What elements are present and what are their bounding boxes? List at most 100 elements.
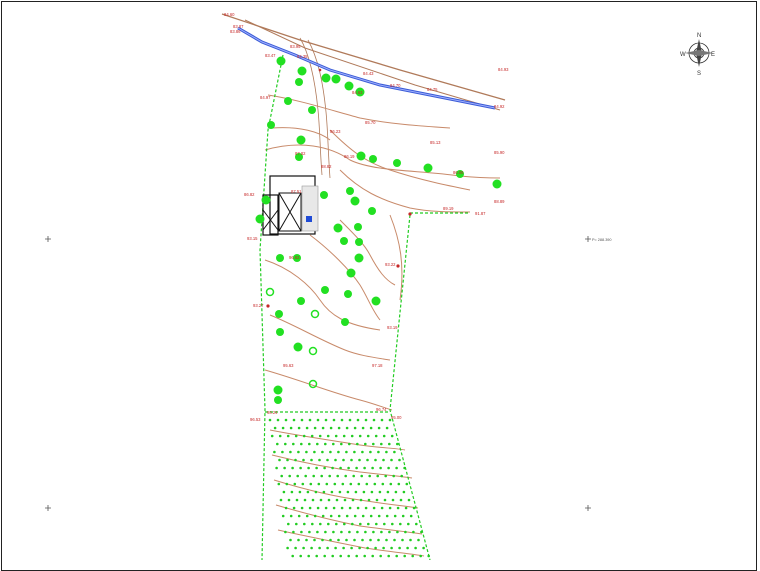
orchard-tree [333, 482, 337, 486]
orchard-tree [350, 458, 353, 462]
orchard-tree [364, 506, 368, 510]
orchard-tree [356, 530, 359, 534]
orchard-tree [300, 418, 304, 422]
orchard-tree [315, 466, 318, 470]
orchard-tree [302, 458, 305, 462]
orchard-tree [372, 442, 375, 446]
orchard-tree [388, 530, 391, 534]
orchard-tree [351, 498, 355, 502]
orchard-tree [307, 466, 310, 470]
orchard-tree [422, 546, 425, 550]
orchard-tree [297, 538, 300, 542]
elevation-label: 83.95 [290, 44, 301, 49]
elevation-label: 85.90 [494, 150, 505, 155]
elevation-label: 86.06 [453, 170, 464, 175]
orchard [268, 418, 431, 558]
orchard-tree [380, 506, 384, 510]
orchard-tree [304, 474, 308, 478]
orchard-tree [340, 530, 343, 534]
orchard-tree [317, 482, 321, 486]
elevation-label: 93.22 [385, 262, 396, 267]
orchard-tree [347, 554, 351, 558]
orchard-tree [398, 546, 401, 550]
orchard-tree [394, 490, 398, 494]
orchard-tree [417, 538, 420, 542]
orchard-tree [369, 426, 373, 430]
orchard-tree [382, 458, 385, 462]
orchard-tree [403, 466, 406, 470]
orchard-tree [339, 466, 342, 470]
orchard-tree [388, 506, 392, 510]
elevation-label: 98.24 [267, 410, 278, 415]
elevation-label: 93.19 [387, 325, 398, 330]
orchard-tree [303, 522, 306, 526]
orchard-tree [337, 538, 340, 542]
orchard-tree [364, 442, 367, 446]
orchard-tree [300, 442, 303, 446]
orchard-tree [361, 538, 364, 542]
elevation-label: 93.27 [253, 303, 264, 308]
orchard-tree [318, 458, 321, 462]
orchard-tree [356, 442, 359, 446]
orchard-tree [327, 498, 331, 502]
orchard-tree [291, 554, 295, 558]
orchard-tree [284, 530, 287, 534]
orchard-tree [311, 498, 315, 502]
orchard-tree [311, 522, 314, 526]
orchard-tree [330, 490, 334, 494]
orchard-tree [407, 522, 410, 526]
orchard-tree [373, 482, 377, 486]
orchard-tree [316, 530, 319, 534]
orchard-tree [382, 546, 385, 550]
orchard-tree [300, 530, 303, 534]
orchard-tree [368, 474, 372, 478]
orchard-tree [340, 506, 344, 510]
orchard-tree [284, 506, 288, 510]
orchard-tree [324, 418, 328, 422]
orchard-tree [348, 442, 351, 446]
compass-n: N [697, 33, 701, 39]
orchard-tree [385, 426, 389, 430]
compass-e: E [711, 52, 715, 58]
orchard-tree [404, 506, 408, 510]
elevation-label: 88.89 [494, 199, 505, 204]
orchard-tree [302, 546, 305, 550]
orchard-tree [296, 474, 300, 478]
orchard-tree [390, 546, 393, 550]
orchard-tree [404, 530, 407, 534]
orchard-tree [396, 530, 399, 534]
orchard-tree [358, 546, 361, 550]
orchard-tree [321, 426, 325, 430]
elevation-label: 97.18 [372, 363, 383, 368]
orchard-tree [278, 434, 282, 438]
orchard-tree [395, 466, 398, 470]
orchard-tree [380, 418, 384, 422]
orchard-tree [343, 522, 346, 526]
orchard-tree [301, 482, 305, 486]
orchard-tree [292, 506, 296, 510]
orchard-tree [332, 442, 335, 446]
orchard-tree [355, 554, 359, 558]
elevation-label: 88.82 [321, 164, 332, 169]
orchard-tree [386, 490, 390, 494]
orchard-tree [273, 450, 276, 454]
grid-crosses [45, 236, 591, 511]
orchard-tree [329, 426, 333, 430]
elevation-label: 83.86 [230, 29, 241, 34]
orchard-tree [377, 450, 380, 454]
orchard-tree [356, 418, 360, 422]
orchard-tree [292, 418, 296, 422]
orchard-tree [328, 474, 332, 478]
orchard-tree [294, 434, 298, 438]
orchard-tree [379, 466, 382, 470]
orchard-tree [300, 506, 304, 510]
orchard-tree [289, 450, 292, 454]
orchard-tree [306, 490, 310, 494]
orchard-tree [374, 546, 377, 550]
orchard-tree [284, 418, 288, 422]
orchard-tree [396, 442, 399, 446]
orchard-tree [305, 514, 309, 518]
orchard-tree [345, 450, 348, 454]
orchard-tree [377, 514, 381, 518]
orchard-tree [341, 482, 345, 486]
